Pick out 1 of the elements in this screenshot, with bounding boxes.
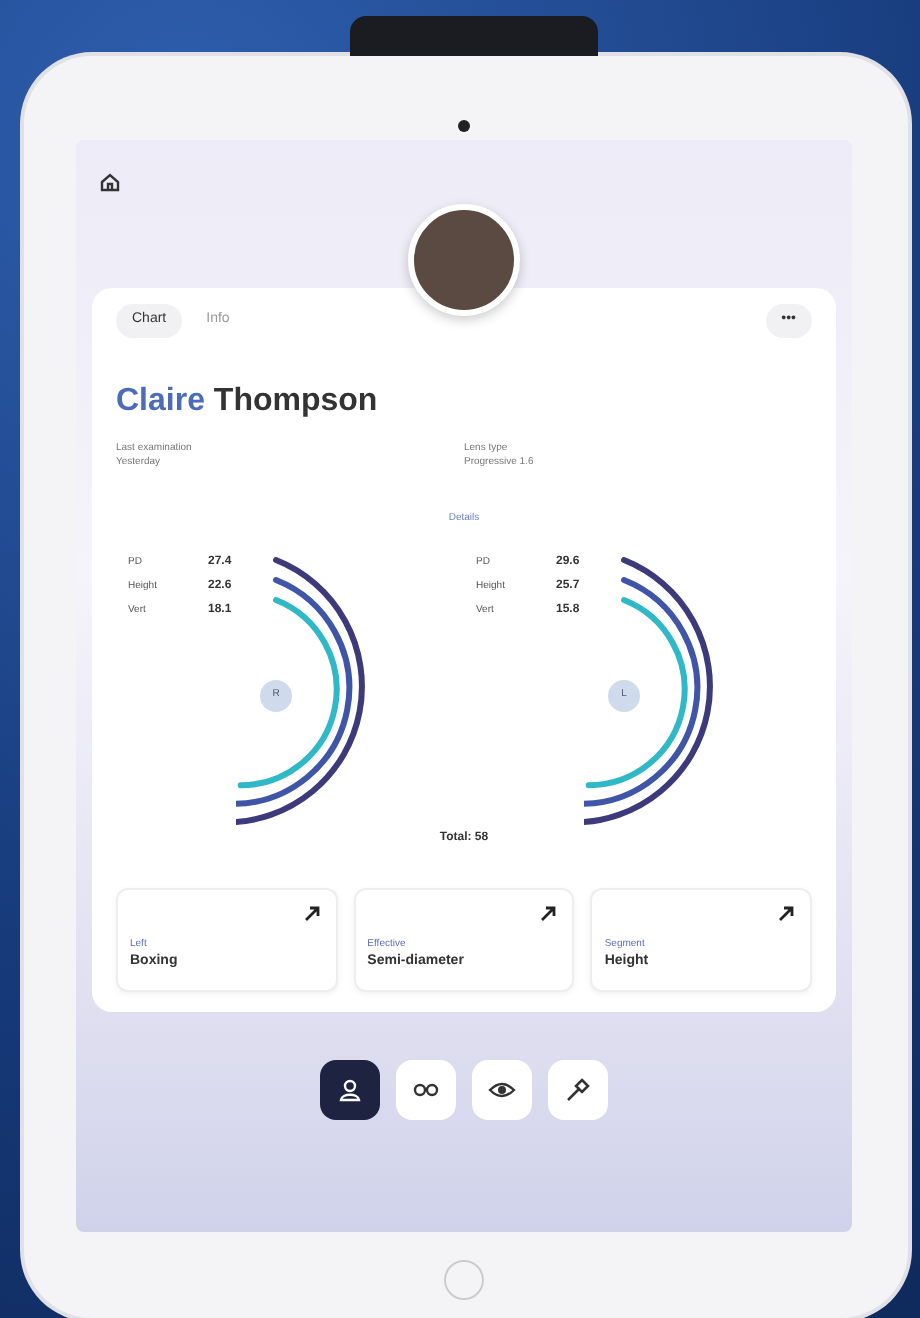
patient-name: Claire Thompson (116, 381, 380, 421)
